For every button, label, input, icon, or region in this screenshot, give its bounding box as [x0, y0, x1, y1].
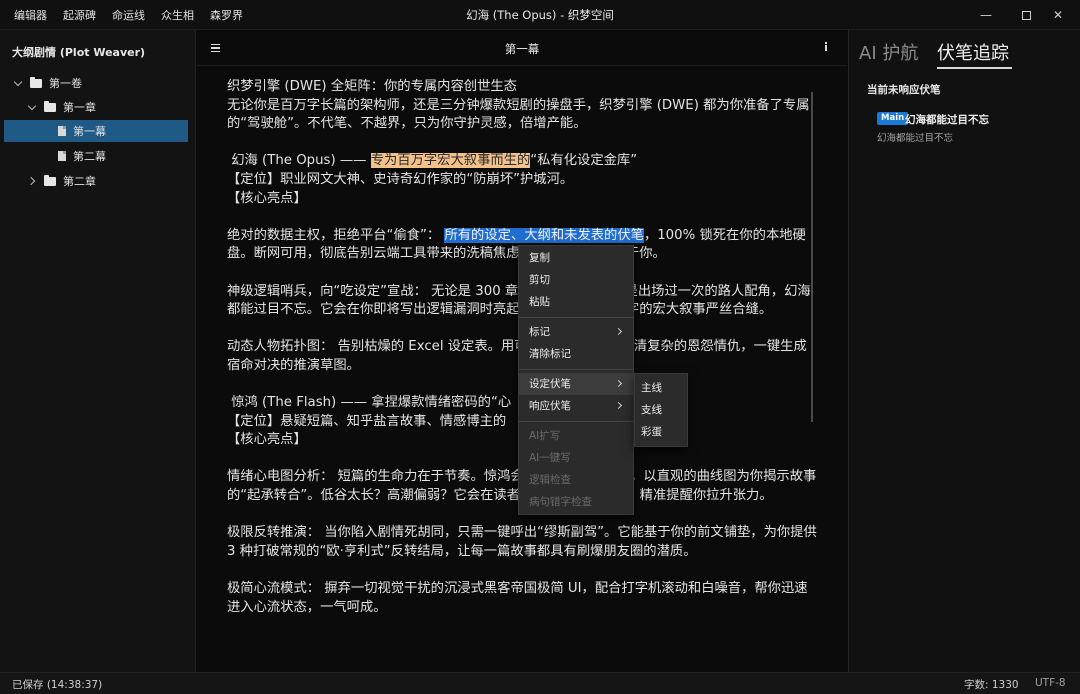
- editor-paragraph: 幻海 (The Opus) —— 专为百万字宏大叙事而生的“私有化设定金库”: [227, 152, 817, 171]
- text-run: 【定位】悬疑短篇、知乎盐言故事、情感博主的: [227, 413, 507, 429]
- ctx-ai-expand: AI扩写: [529, 430, 561, 442]
- tree-item-label: 第一幕: [73, 125, 106, 138]
- editor-paragraph: 【核心亮点】: [227, 190, 817, 209]
- ctx-mark[interactable]: 标记: [519, 321, 633, 343]
- tab-ai-guard[interactable]: AI 护航: [859, 39, 918, 65]
- text-run: 极简心流模式： 摒弃一切视觉干扰的沉浸式黑客帝国极简 UI，配合打字机滚动和白噪…: [227, 581, 808, 615]
- editor-paragraph: 无论你是百万字长篇的架构师，还是三分钟爆款短剧的操盘手，织梦引擎 (DWE) 都…: [227, 97, 817, 134]
- ctx-copy[interactable]: 复制: [519, 247, 633, 269]
- tab-foreshadow-tracking[interactable]: 伏笔追踪: [937, 39, 1009, 65]
- text-run: 【定位】职业网文大神、史诗奇幻作家的“防崩坏”护城河。: [227, 171, 574, 187]
- ctx-mark-label: 标记: [529, 326, 550, 338]
- highlight-orange: 专为百万字宏大叙事而生的: [370, 153, 531, 169]
- context-menu: 复制 剪切 粘贴 标记 清除标记 设定伏笔 响应伏笔 AI扩写 AI一键写 逻辑…: [518, 245, 634, 515]
- ctx-separator: [519, 369, 633, 370]
- text-run: 【核心亮点】: [227, 432, 307, 448]
- chevron-right-icon: [614, 401, 623, 410]
- folder-icon: [44, 174, 56, 186]
- info-icon[interactable]: [825, 42, 827, 51]
- chevron-right-icon: [614, 327, 623, 336]
- tree-item-label: 第二幕: [73, 150, 106, 163]
- chevron-down-icon[interactable]: [14, 78, 24, 88]
- chevron-down-icon[interactable]: [28, 102, 38, 112]
- menu-world[interactable]: 森罗界: [202, 7, 251, 23]
- editor-header: 第一幕: [197, 30, 847, 66]
- ctx-set-foreshadow-label: 设定伏笔: [529, 378, 571, 390]
- menu-bar: 编辑器 起源碑 命运线 众生相 森罗界: [6, 0, 251, 30]
- tree-item-act-2[interactable]: 第二幕: [58, 145, 188, 167]
- chevron-right-icon: [614, 379, 623, 388]
- section-label: 当前未响应伏笔: [867, 84, 941, 96]
- text-run: 幻海 (The Opus) ——: [227, 153, 371, 169]
- tree-item-chapter-2[interactable]: 第二章: [28, 170, 188, 192]
- title-bar: 编辑器 起源碑 命运线 众生相 森罗界 幻海 (The Opus) - 织梦空间…: [0, 0, 1080, 30]
- right-panel: AI 护航 伏笔追踪 当前未响应伏笔 Main 幻海都能过目不忘 幻海都能过目不…: [848, 30, 1080, 672]
- ctx-grammar-check: 病句错字检查: [529, 496, 592, 508]
- text-run: “私有化设定金库”: [530, 153, 638, 169]
- editor-scrollbar[interactable]: [811, 92, 813, 422]
- close-button[interactable]: ✕: [1036, 0, 1080, 30]
- ctx-paste[interactable]: 粘贴: [519, 291, 633, 313]
- ctx-logic-check: 逻辑检查: [529, 474, 571, 486]
- word-count: 字数: 1330: [964, 679, 1019, 691]
- foreshadow-submenu: 主线 支线 彩蛋: [634, 373, 688, 447]
- menu-characters[interactable]: 众生相: [153, 7, 202, 23]
- foreshadow-item-title[interactable]: 幻海都能过目不忘: [905, 112, 989, 127]
- ctx-respond-foreshadow[interactable]: 响应伏笔: [519, 395, 633, 417]
- text-run: 绝对的数据主权，拒绝平台“偷食”：: [227, 227, 445, 243]
- submenu-side-line[interactable]: 支线: [635, 399, 687, 421]
- ctx-set-foreshadow[interactable]: 设定伏笔: [519, 373, 633, 395]
- text-run: 极限反转推演： 当你陷入剧情死胡同，只需一键呼出“缪斯副驾”。它能基于你的前文铺…: [227, 525, 822, 559]
- folder-icon: [30, 76, 42, 88]
- close-icon: ✕: [1052, 8, 1064, 22]
- main-badge: Main: [877, 112, 909, 125]
- text-run: 【核心亮点】: [227, 190, 307, 206]
- text-run: 动态人物拓扑图： 告别枯燥的 Excel 设定表。用可视化的网状图谱理清复杂的恩…: [227, 339, 807, 373]
- editor-paragraph: 织梦引擎 (DWE) 全矩阵：你的专属内容创世生态: [227, 78, 817, 97]
- foreshadow-item-subtitle: 幻海都能过目不忘: [877, 133, 954, 144]
- ctx-respond-foreshadow-label: 响应伏笔: [529, 400, 571, 412]
- outline-sidebar: 大纲剧情 (Plot Weaver) 第一卷 第一章 第一幕 第二幕 第二章: [0, 30, 196, 672]
- status-bar: 已保存 (14:38:37) 字数: 1330 UTF-8: [0, 672, 1080, 694]
- minimize-button[interactable]: —: [964, 0, 1008, 30]
- tree-item-volume-1[interactable]: 第一卷: [14, 72, 184, 94]
- editor-paragraph: 极限反转推演： 当你陷入剧情死胡同，只需一键呼出“缪斯副驾”。它能基于你的前文铺…: [227, 524, 817, 561]
- tree-item-label: 第一章: [63, 101, 96, 114]
- active-tab-indicator: [937, 67, 1012, 69]
- editor-paragraph: 极简心流模式： 摒弃一切视觉干扰的沉浸式黑客帝国极简 UI，配合打字机滚动和白噪…: [227, 580, 817, 617]
- chapter-title: 第一幕: [504, 42, 540, 56]
- text-run: 织梦引擎 (DWE) 全矩阵：你的专属内容创世生态: [227, 79, 517, 94]
- tree-item-act-1[interactable]: 第一幕: [4, 120, 188, 142]
- text-run: 惊鸿 (The Flash) —— 拿捏爆款情绪密码的“心: [227, 395, 512, 411]
- save-status: 已保存 (14:38:37): [12, 679, 103, 691]
- tree-item-chapter-1[interactable]: 第一章: [28, 96, 188, 118]
- ctx-cut[interactable]: 剪切: [519, 269, 633, 291]
- document-icon: [58, 151, 66, 161]
- folder-icon: [44, 100, 56, 112]
- editor-paragraph: 【定位】职业网文大神、史诗奇幻作家的“防崩坏”护城河。: [227, 171, 817, 190]
- document-icon: [58, 126, 66, 136]
- menu-fate-line[interactable]: 命运线: [104, 7, 153, 23]
- menu-editor[interactable]: 编辑器: [6, 7, 55, 23]
- submenu-main-line[interactable]: 主线: [635, 377, 687, 399]
- menu-origin-stele[interactable]: 起源碑: [55, 7, 104, 23]
- maximize-icon: [1021, 10, 1031, 20]
- sidebar-title: 大纲剧情 (Plot Weaver): [12, 46, 146, 59]
- tree-item-label: 第一卷: [49, 77, 82, 90]
- ctx-ai-write: AI一键写: [529, 452, 571, 464]
- ctx-clear-mark[interactable]: 清除标记: [519, 343, 633, 365]
- text-run: 无论你是百万字长篇的架构师，还是三分钟爆款短剧的操盘手，织梦引擎 (DWE) 都…: [227, 97, 810, 132]
- chevron-right-icon[interactable]: [28, 176, 38, 186]
- minimize-icon: —: [980, 8, 992, 22]
- submenu-easter-egg[interactable]: 彩蛋: [635, 421, 687, 443]
- ctx-separator: [519, 317, 633, 318]
- text-selection: 所有的设定、大纲和未发表的伏笔: [444, 227, 644, 243]
- encoding-indicator[interactable]: UTF-8: [1035, 677, 1066, 689]
- tree-item-label: 第二章: [63, 175, 96, 188]
- ctx-separator: [519, 421, 633, 422]
